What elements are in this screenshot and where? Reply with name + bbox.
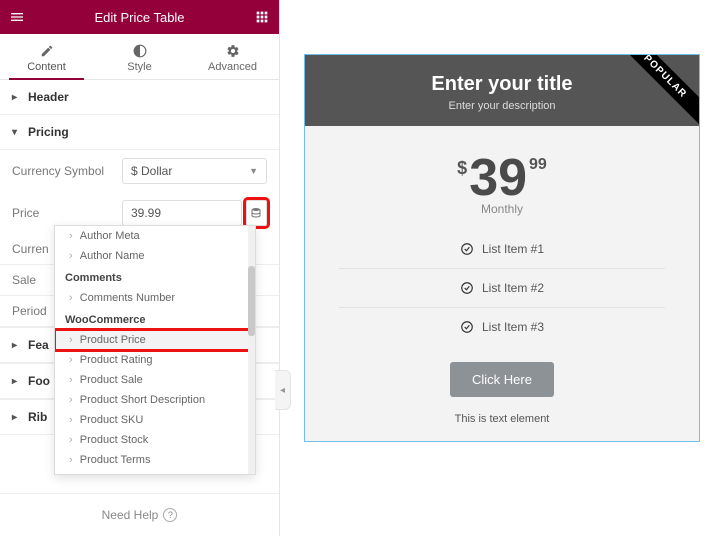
- dropdown-item[interactable]: Comments Number: [55, 288, 255, 308]
- select-value: $ Dollar: [131, 164, 172, 178]
- feature-text: List Item #2: [482, 281, 544, 295]
- cta-button[interactable]: Click Here: [450, 362, 554, 397]
- check-icon: [460, 281, 474, 295]
- feature-item: List Item #2: [339, 269, 665, 308]
- price-block: $ 39 99 Monthly: [305, 126, 699, 220]
- currency-symbol-select[interactable]: $ Dollar ▼: [122, 158, 267, 184]
- contrast-icon: [133, 44, 147, 58]
- price-table-widget[interactable]: POPULAR Enter your title Enter your desc…: [304, 54, 700, 442]
- need-help-link[interactable]: Need Help ?: [0, 493, 279, 536]
- field-label: Price: [12, 206, 122, 220]
- dropdown-group-comments: Comments: [55, 266, 255, 288]
- footer-text: This is text element: [305, 403, 699, 441]
- dropdown-scrollbar[interactable]: [248, 226, 255, 474]
- help-icon: ?: [163, 508, 177, 522]
- field-label: Currency Symbol: [12, 164, 122, 178]
- price-amount: 39: [469, 152, 527, 204]
- check-icon: [460, 320, 474, 334]
- section-title: Rib: [28, 410, 47, 424]
- widget-description: Enter your description: [315, 100, 689, 112]
- feature-text: List Item #1: [482, 242, 544, 256]
- feature-item: List Item #1: [339, 230, 665, 269]
- dropdown-item[interactable]: Product Stock: [55, 430, 255, 450]
- dropdown-item[interactable]: Product Short Description: [55, 390, 255, 410]
- pricing-fields: Currency Symbol $ Dollar ▼ Price: [0, 150, 279, 234]
- chevron-right-icon: ▸: [12, 412, 22, 423]
- dropdown-item-product-price[interactable]: Product Price: [55, 330, 255, 350]
- panel-tabs: Content Style Advanced: [0, 34, 279, 80]
- dropdown-item[interactable]: Product Title: [55, 470, 255, 475]
- tab-advanced[interactable]: Advanced: [186, 34, 279, 79]
- section-title: Pricing: [28, 125, 69, 139]
- section-title: Foo: [28, 374, 50, 388]
- dropdown-item[interactable]: Product Rating: [55, 350, 255, 370]
- editor-panel: Edit Price Table Content Style Advanced …: [0, 0, 280, 536]
- caret-down-icon: ▼: [249, 166, 258, 176]
- preview-canvas: POPULAR Enter your title Enter your desc…: [280, 0, 720, 536]
- dropdown-item[interactable]: Product Sale: [55, 370, 255, 390]
- tab-content[interactable]: Content: [0, 34, 93, 79]
- tab-label: Advanced: [208, 61, 257, 73]
- price-currency: $: [457, 158, 467, 179]
- chevron-right-icon: ▸: [12, 340, 22, 351]
- pencil-icon: [40, 44, 54, 58]
- gear-icon: [226, 44, 240, 58]
- app-root: Edit Price Table Content Style Advanced …: [0, 0, 720, 536]
- dynamic-tags-dropdown: Author Meta Author Name Comments Comment…: [54, 225, 256, 475]
- panel-title: Edit Price Table: [26, 10, 253, 25]
- chevron-right-icon: ▸: [12, 376, 22, 387]
- chevron-down-icon: ▾: [12, 127, 22, 138]
- price-cents: 99: [529, 156, 547, 174]
- price-input[interactable]: [122, 200, 242, 226]
- section-title: Fea: [28, 338, 49, 352]
- feature-item: List Item #3: [339, 308, 665, 346]
- cta-wrap: Click Here: [305, 352, 699, 403]
- section-title: Header: [28, 90, 69, 104]
- database-icon: [250, 207, 262, 219]
- dropdown-item[interactable]: Author Meta: [55, 226, 255, 246]
- dropdown-item[interactable]: Author Name: [55, 246, 255, 266]
- field-currency-symbol: Currency Symbol $ Dollar ▼: [12, 150, 267, 192]
- check-icon: [460, 242, 474, 256]
- dropdown-group-woocommerce: WooCommerce: [55, 308, 255, 330]
- tab-style[interactable]: Style: [93, 34, 186, 79]
- chevron-right-icon: ▸: [12, 92, 22, 103]
- dropdown-item[interactable]: Product SKU: [55, 410, 255, 430]
- menu-icon[interactable]: [8, 8, 26, 26]
- features-list: List Item #1 List Item #2 List Item #3: [305, 220, 699, 352]
- tab-label: Style: [127, 61, 151, 73]
- tab-label: Content: [27, 61, 66, 73]
- widget-title: Enter your title: [315, 73, 689, 96]
- apps-icon[interactable]: [253, 8, 271, 26]
- panel-header: Edit Price Table: [0, 0, 279, 34]
- need-help-label: Need Help: [102, 508, 159, 522]
- panel-collapse-handle[interactable]: ◂: [275, 370, 291, 410]
- section-pricing[interactable]: ▾ Pricing: [0, 115, 279, 150]
- section-header[interactable]: ▸ Header: [0, 80, 279, 115]
- price-period: Monthly: [315, 202, 689, 216]
- dynamic-tags-button[interactable]: [246, 200, 267, 226]
- feature-text: List Item #3: [482, 320, 544, 334]
- scrollbar-thumb[interactable]: [248, 266, 255, 336]
- dropdown-item[interactable]: Product Terms: [55, 450, 255, 470]
